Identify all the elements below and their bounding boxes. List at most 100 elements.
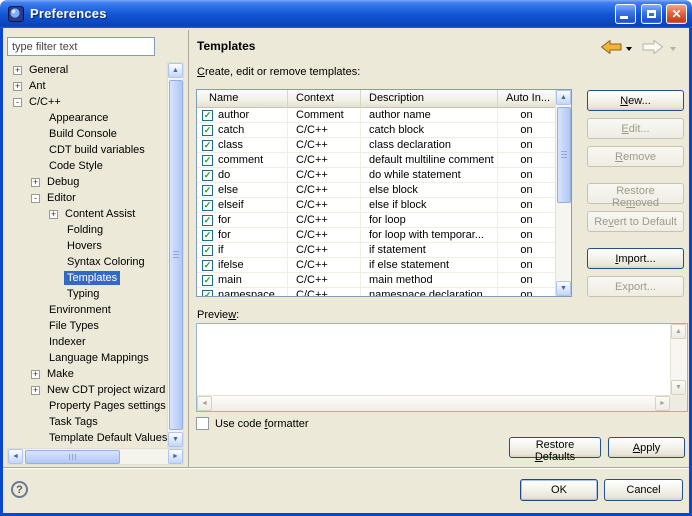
back-arrow-icon[interactable] bbox=[600, 39, 622, 55]
tree-item-editor[interactable]: -Editor bbox=[7, 190, 167, 206]
tree-item-folding[interactable]: Folding bbox=[7, 222, 167, 238]
template-row-else[interactable]: ✓elseC/C++else blockon bbox=[197, 183, 555, 198]
template-row-author[interactable]: ✓authorCommentauthor nameon bbox=[197, 108, 555, 123]
checkbox-icon[interactable]: ✓ bbox=[202, 170, 213, 181]
tree-horizontal-scrollbar[interactable]: ◄ ► bbox=[7, 448, 184, 465]
column-header-description[interactable]: Description bbox=[361, 90, 498, 108]
checkbox-icon[interactable]: ✓ bbox=[202, 200, 213, 211]
cancel-button[interactable]: Cancel bbox=[604, 479, 683, 501]
checkbox-icon[interactable]: ✓ bbox=[202, 155, 213, 166]
title-bar[interactable]: Preferences ✕ bbox=[0, 0, 692, 28]
template-row-namespace[interactable]: ✓namespaceC/C++namespace declarationon bbox=[197, 288, 555, 296]
restore-defaults-button[interactable]: Restore Defaults bbox=[509, 437, 601, 458]
scroll-right-icon[interactable]: ► bbox=[168, 449, 183, 464]
tree-item-templates[interactable]: Templates bbox=[7, 270, 167, 286]
tree-item-environment[interactable]: Environment bbox=[7, 302, 167, 318]
edit-button[interactable]: Edit... bbox=[587, 118, 684, 139]
scroll-down-icon[interactable]: ▼ bbox=[671, 380, 686, 395]
tree-item-debug[interactable]: +Debug bbox=[7, 174, 167, 190]
checkbox-icon[interactable]: ✓ bbox=[202, 245, 213, 256]
tree-scroll-thumb[interactable] bbox=[169, 80, 183, 430]
checkbox-icon[interactable]: ✓ bbox=[202, 185, 213, 196]
new-button[interactable]: New... bbox=[587, 90, 684, 111]
tree-item-file-types[interactable]: File Types bbox=[7, 318, 167, 334]
tree-item-typing[interactable]: Typing bbox=[7, 286, 167, 302]
scroll-left-icon[interactable]: ◄ bbox=[8, 449, 23, 464]
revert-to-default-button[interactable]: Revert to Default bbox=[587, 211, 684, 232]
template-row-ifelse[interactable]: ✓ifelseC/C++if else statementon bbox=[197, 258, 555, 273]
template-row-comment[interactable]: ✓commentC/C++default multiline commenton bbox=[197, 153, 555, 168]
checkbox-icon[interactable]: ✓ bbox=[202, 215, 213, 226]
tree-item-code-style[interactable]: Code Style bbox=[7, 158, 167, 174]
tree-item-task-tags[interactable]: Task Tags bbox=[7, 414, 167, 430]
template-row-if[interactable]: ✓ifC/C++if statementon bbox=[197, 243, 555, 258]
tree-hscroll-thumb[interactable] bbox=[25, 450, 120, 464]
export-button[interactable]: Export... bbox=[587, 276, 684, 297]
use-code-formatter-label[interactable]: Use code formatter bbox=[215, 418, 309, 430]
preview-vertical-scrollbar[interactable]: ▲ ▼ bbox=[670, 324, 687, 395]
forward-dropdown-icon[interactable] bbox=[670, 47, 676, 51]
preview-area[interactable]: ▲ ▼ ◄ ► bbox=[196, 323, 688, 412]
tree-item-language-mappings[interactable]: Language Mappings bbox=[7, 350, 167, 366]
template-row-class[interactable]: ✓classC/C++class declarationon bbox=[197, 138, 555, 153]
tree-item-general[interactable]: +General bbox=[7, 62, 167, 78]
scroll-down-icon[interactable]: ▼ bbox=[556, 281, 571, 296]
template-row-for[interactable]: ✓forC/C++for loopon bbox=[197, 213, 555, 228]
import-button[interactable]: Import... bbox=[587, 248, 684, 269]
column-header-name[interactable]: Name bbox=[197, 90, 288, 108]
templates-table[interactable]: Name Context Description Auto In... ✓aut… bbox=[196, 89, 572, 297]
tree-item-ant[interactable]: +Ant bbox=[7, 78, 167, 94]
minimize-button-icon[interactable] bbox=[615, 4, 636, 24]
close-button-icon[interactable]: ✕ bbox=[666, 4, 687, 24]
preferences-tree[interactable]: +General+Ant-C/C++AppearanceBuild Consol… bbox=[7, 62, 167, 448]
expand-icon[interactable]: + bbox=[13, 66, 22, 75]
template-row-main[interactable]: ✓mainC/C++main methodon bbox=[197, 273, 555, 288]
expand-icon[interactable]: + bbox=[31, 386, 40, 395]
tree-item-make[interactable]: +Make bbox=[7, 366, 167, 382]
use-code-formatter-checkbox[interactable] bbox=[196, 417, 209, 430]
expand-icon[interactable]: + bbox=[49, 210, 58, 219]
template-row-catch[interactable]: ✓catchC/C++catch blockon bbox=[197, 123, 555, 138]
restore-removed-button[interactable]: Restore Removed bbox=[587, 183, 684, 204]
tree-item-indexer[interactable]: Indexer bbox=[7, 334, 167, 350]
tree-item-hovers[interactable]: Hovers bbox=[7, 238, 167, 254]
tree-item-appearance[interactable]: Appearance bbox=[7, 110, 167, 126]
checkbox-icon[interactable]: ✓ bbox=[202, 290, 213, 297]
checkbox-icon[interactable]: ✓ bbox=[202, 140, 213, 151]
checkbox-icon[interactable]: ✓ bbox=[202, 110, 213, 121]
preview-horizontal-scrollbar[interactable]: ◄ ► bbox=[197, 395, 670, 411]
scroll-up-icon[interactable]: ▲ bbox=[556, 90, 571, 105]
collapse-icon[interactable]: - bbox=[13, 98, 22, 107]
tree-item-build-console[interactable]: Build Console bbox=[7, 126, 167, 142]
tree-item-c-c[interactable]: -C/C++ bbox=[7, 94, 167, 110]
tree-item-template-default-values[interactable]: Template Default Values bbox=[7, 430, 167, 446]
tree-item-content-assist[interactable]: +Content Assist bbox=[7, 206, 167, 222]
template-row-do[interactable]: ✓doC/C++do while statementon bbox=[197, 168, 555, 183]
filter-input[interactable] bbox=[7, 37, 155, 56]
scroll-up-icon[interactable]: ▲ bbox=[671, 324, 686, 339]
checkbox-icon[interactable]: ✓ bbox=[202, 125, 213, 136]
checkbox-icon[interactable]: ✓ bbox=[202, 230, 213, 241]
tree-item-cdt-build-variables[interactable]: CDT build variables bbox=[7, 142, 167, 158]
column-header-auto-insert[interactable]: Auto In... bbox=[498, 90, 555, 108]
collapse-icon[interactable]: - bbox=[31, 194, 40, 203]
column-header-context[interactable]: Context bbox=[288, 90, 361, 108]
template-row-elseif[interactable]: ✓elseifC/C++else if blockon bbox=[197, 198, 555, 213]
checkbox-icon[interactable]: ✓ bbox=[202, 260, 213, 271]
forward-arrow-icon[interactable] bbox=[642, 39, 664, 55]
maximize-button-icon[interactable] bbox=[641, 4, 662, 24]
help-icon[interactable]: ? bbox=[11, 481, 28, 498]
expand-icon[interactable]: + bbox=[13, 82, 22, 91]
tree-vertical-scrollbar[interactable]: ▲ ▼ bbox=[167, 62, 184, 448]
tree-item-new-cdt-project-wizard[interactable]: +New CDT project wizard bbox=[7, 382, 167, 398]
expand-icon[interactable]: + bbox=[31, 370, 40, 379]
template-row-for[interactable]: ✓forC/C++for loop with temporar...on bbox=[197, 228, 555, 243]
tree-item-property-pages-settings[interactable]: Property Pages settings bbox=[7, 398, 167, 414]
preview-text[interactable] bbox=[199, 326, 668, 393]
table-vertical-scrollbar[interactable]: ▲ ▼ bbox=[555, 90, 571, 296]
scroll-left-icon[interactable]: ◄ bbox=[197, 396, 212, 411]
scroll-right-icon[interactable]: ► bbox=[655, 396, 670, 411]
remove-button[interactable]: Remove bbox=[587, 146, 684, 167]
ok-button[interactable]: OK bbox=[520, 479, 598, 501]
tree-item-syntax-coloring[interactable]: Syntax Coloring bbox=[7, 254, 167, 270]
